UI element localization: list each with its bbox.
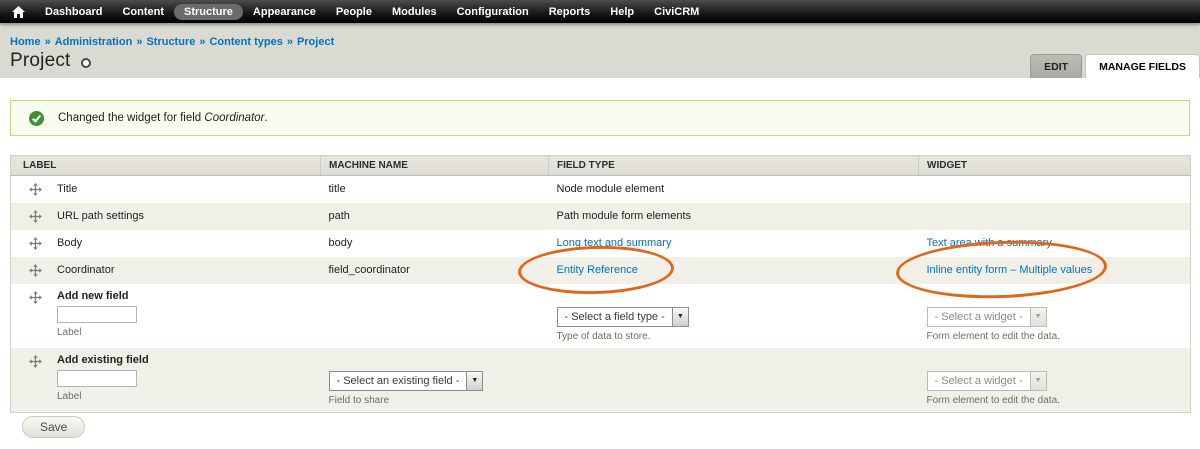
- tab-edit[interactable]: EDIT: [1030, 54, 1083, 78]
- chevron-down-icon: ▼: [671, 307, 688, 326]
- column-header-field-type: FIELD TYPE: [548, 155, 919, 176]
- table-row-title: Title title Node module element: [11, 176, 1191, 203]
- status-message-text: Changed the widget for field Coordinator…: [58, 112, 268, 124]
- field-label: Body: [57, 237, 83, 249]
- field-widget-text: [919, 176, 1191, 203]
- success-check-icon: [29, 110, 44, 126]
- widget-select-disabled: - Select a widget - ▼: [926, 370, 1047, 391]
- column-header-label: LABEL: [10, 155, 321, 176]
- drupal-manage-fields-page: Dashboard Content Structure Appearance P…: [0, 0, 1200, 449]
- field-type-link[interactable]: Entity Reference: [557, 264, 638, 276]
- breadcrumb: Home» Administration» Structure» Content ty…: [10, 36, 334, 48]
- drag-handle-icon[interactable]: [29, 182, 42, 196]
- column-header-widget: WIDGET: [918, 155, 1191, 176]
- field-type-text: Node module element: [556, 183, 665, 196]
- table-row-url-path: URL path settings path Path module form …: [10, 202, 1191, 230]
- widget-select-disabled: - Select a widget - ▼: [926, 306, 1047, 327]
- existing-field-select[interactable]: - Select an existing field - ▼: [328, 370, 484, 391]
- page-title: Project: [10, 50, 71, 71]
- drag-handle-icon[interactable]: [29, 209, 42, 223]
- breadcrumb-separator: »: [286, 36, 293, 48]
- breadcrumb-link-project[interactable]: Project: [297, 36, 334, 48]
- label-caption: Label: [57, 326, 82, 338]
- home-icon[interactable]: [12, 5, 25, 18]
- breadcrumb-link-administration[interactable]: Administration: [55, 36, 133, 48]
- chevron-down-icon: ▼: [1029, 307, 1046, 326]
- toolbar-item-content[interactable]: Content: [112, 4, 174, 20]
- field-type-select[interactable]: - Select a field type - ▼: [556, 306, 689, 327]
- field-widget-link[interactable]: Inline entity form – Multiple values: [927, 264, 1093, 276]
- field-machine-name: field_coordinator: [328, 264, 410, 276]
- breadcrumb-separator: »: [199, 36, 206, 48]
- drag-handle-icon[interactable]: [29, 354, 42, 368]
- add-new-field-title: Add new field: [57, 289, 129, 302]
- toolbar-item-dashboard[interactable]: Dashboard: [35, 4, 112, 20]
- status-field-name: Coordinator: [204, 112, 265, 124]
- toolbar-item-configuration[interactable]: Configuration: [447, 4, 539, 20]
- configure-shortcut-icon[interactable]: [80, 58, 91, 68]
- chevron-down-icon: ▼: [1029, 371, 1046, 390]
- existing-field-label-input[interactable]: [57, 369, 137, 387]
- toolbar-item-reports[interactable]: Reports: [539, 4, 601, 20]
- table-row-coordinator: Coordinator field_coordinator Entity Ref…: [10, 256, 1191, 284]
- field-label: Coordinator: [57, 264, 115, 276]
- drag-handle-icon[interactable]: [29, 263, 42, 277]
- toolbar-item-civicrm[interactable]: CiviCRM: [644, 4, 709, 20]
- field-machine-name: body: [328, 237, 353, 249]
- new-field-label-input[interactable]: [57, 305, 137, 323]
- add-new-field-row: Add new field Label - Select a field typ…: [11, 284, 1191, 348]
- admin-toolbar: Dashboard Content Structure Appearance P…: [0, 0, 1200, 23]
- toolbar-item-help[interactable]: Help: [600, 4, 644, 20]
- chevron-down-icon: ▼: [466, 371, 483, 390]
- toolbar-item-people[interactable]: People: [326, 4, 382, 20]
- label-caption: Label: [57, 390, 82, 402]
- breadcrumb-link-structure[interactable]: Structure: [146, 36, 195, 48]
- breadcrumb-separator: »: [44, 36, 51, 48]
- table-header-row: LABEL MACHINE NAME FIELD TYPE WIDGET: [10, 155, 1191, 176]
- add-existing-field-title: Add existing field: [57, 353, 149, 366]
- status-message: Changed the widget for field Coordinator…: [10, 100, 1190, 136]
- field-machine-name: path: [328, 210, 350, 222]
- toolbar-item-structure[interactable]: Structure: [174, 3, 243, 20]
- table-row-body: Body body Long text and summary Text are…: [11, 230, 1191, 257]
- field-type-link[interactable]: Long text and summary: [557, 237, 672, 249]
- save-button[interactable]: Save: [22, 416, 86, 438]
- add-existing-field-row: Add existing field Label - Select an exi…: [10, 347, 1191, 412]
- breadcrumb-link-content-types[interactable]: Content types: [209, 36, 282, 48]
- toolbar-item-modules[interactable]: Modules: [382, 4, 447, 20]
- field-label: URL path settings: [57, 210, 145, 222]
- drag-handle-icon[interactable]: [29, 236, 42, 250]
- field-widget-link[interactable]: Text area with a summary: [927, 237, 1052, 249]
- field-label: Title: [57, 183, 78, 196]
- page-header: Home» Administration» Structure» Content ty…: [0, 23, 1200, 78]
- field-widget-text: [919, 203, 1191, 230]
- toolbar-item-appearance[interactable]: Appearance: [243, 4, 326, 20]
- column-header-machine-name: MACHINE NAME: [320, 155, 549, 176]
- primary-tabs: EDIT MANAGE FIELDS: [1030, 54, 1200, 78]
- field-type-caption: Type of data to store.: [556, 330, 651, 342]
- existing-field-caption: Field to share: [328, 394, 390, 406]
- widget-caption: Form element to edit the data.: [926, 394, 1060, 406]
- drag-handle-icon[interactable]: [29, 290, 42, 304]
- breadcrumb-link-home[interactable]: Home: [10, 36, 41, 48]
- breadcrumb-separator: »: [136, 36, 143, 48]
- field-machine-name: title: [328, 183, 346, 196]
- tab-manage-fields[interactable]: MANAGE FIELDS: [1085, 54, 1200, 78]
- manage-fields-table: LABEL MACHINE NAME FIELD TYPE WIDGET Tit…: [10, 155, 1191, 413]
- field-type-text: Path module form elements: [556, 210, 692, 222]
- widget-caption: Form element to edit the data.: [926, 330, 1060, 342]
